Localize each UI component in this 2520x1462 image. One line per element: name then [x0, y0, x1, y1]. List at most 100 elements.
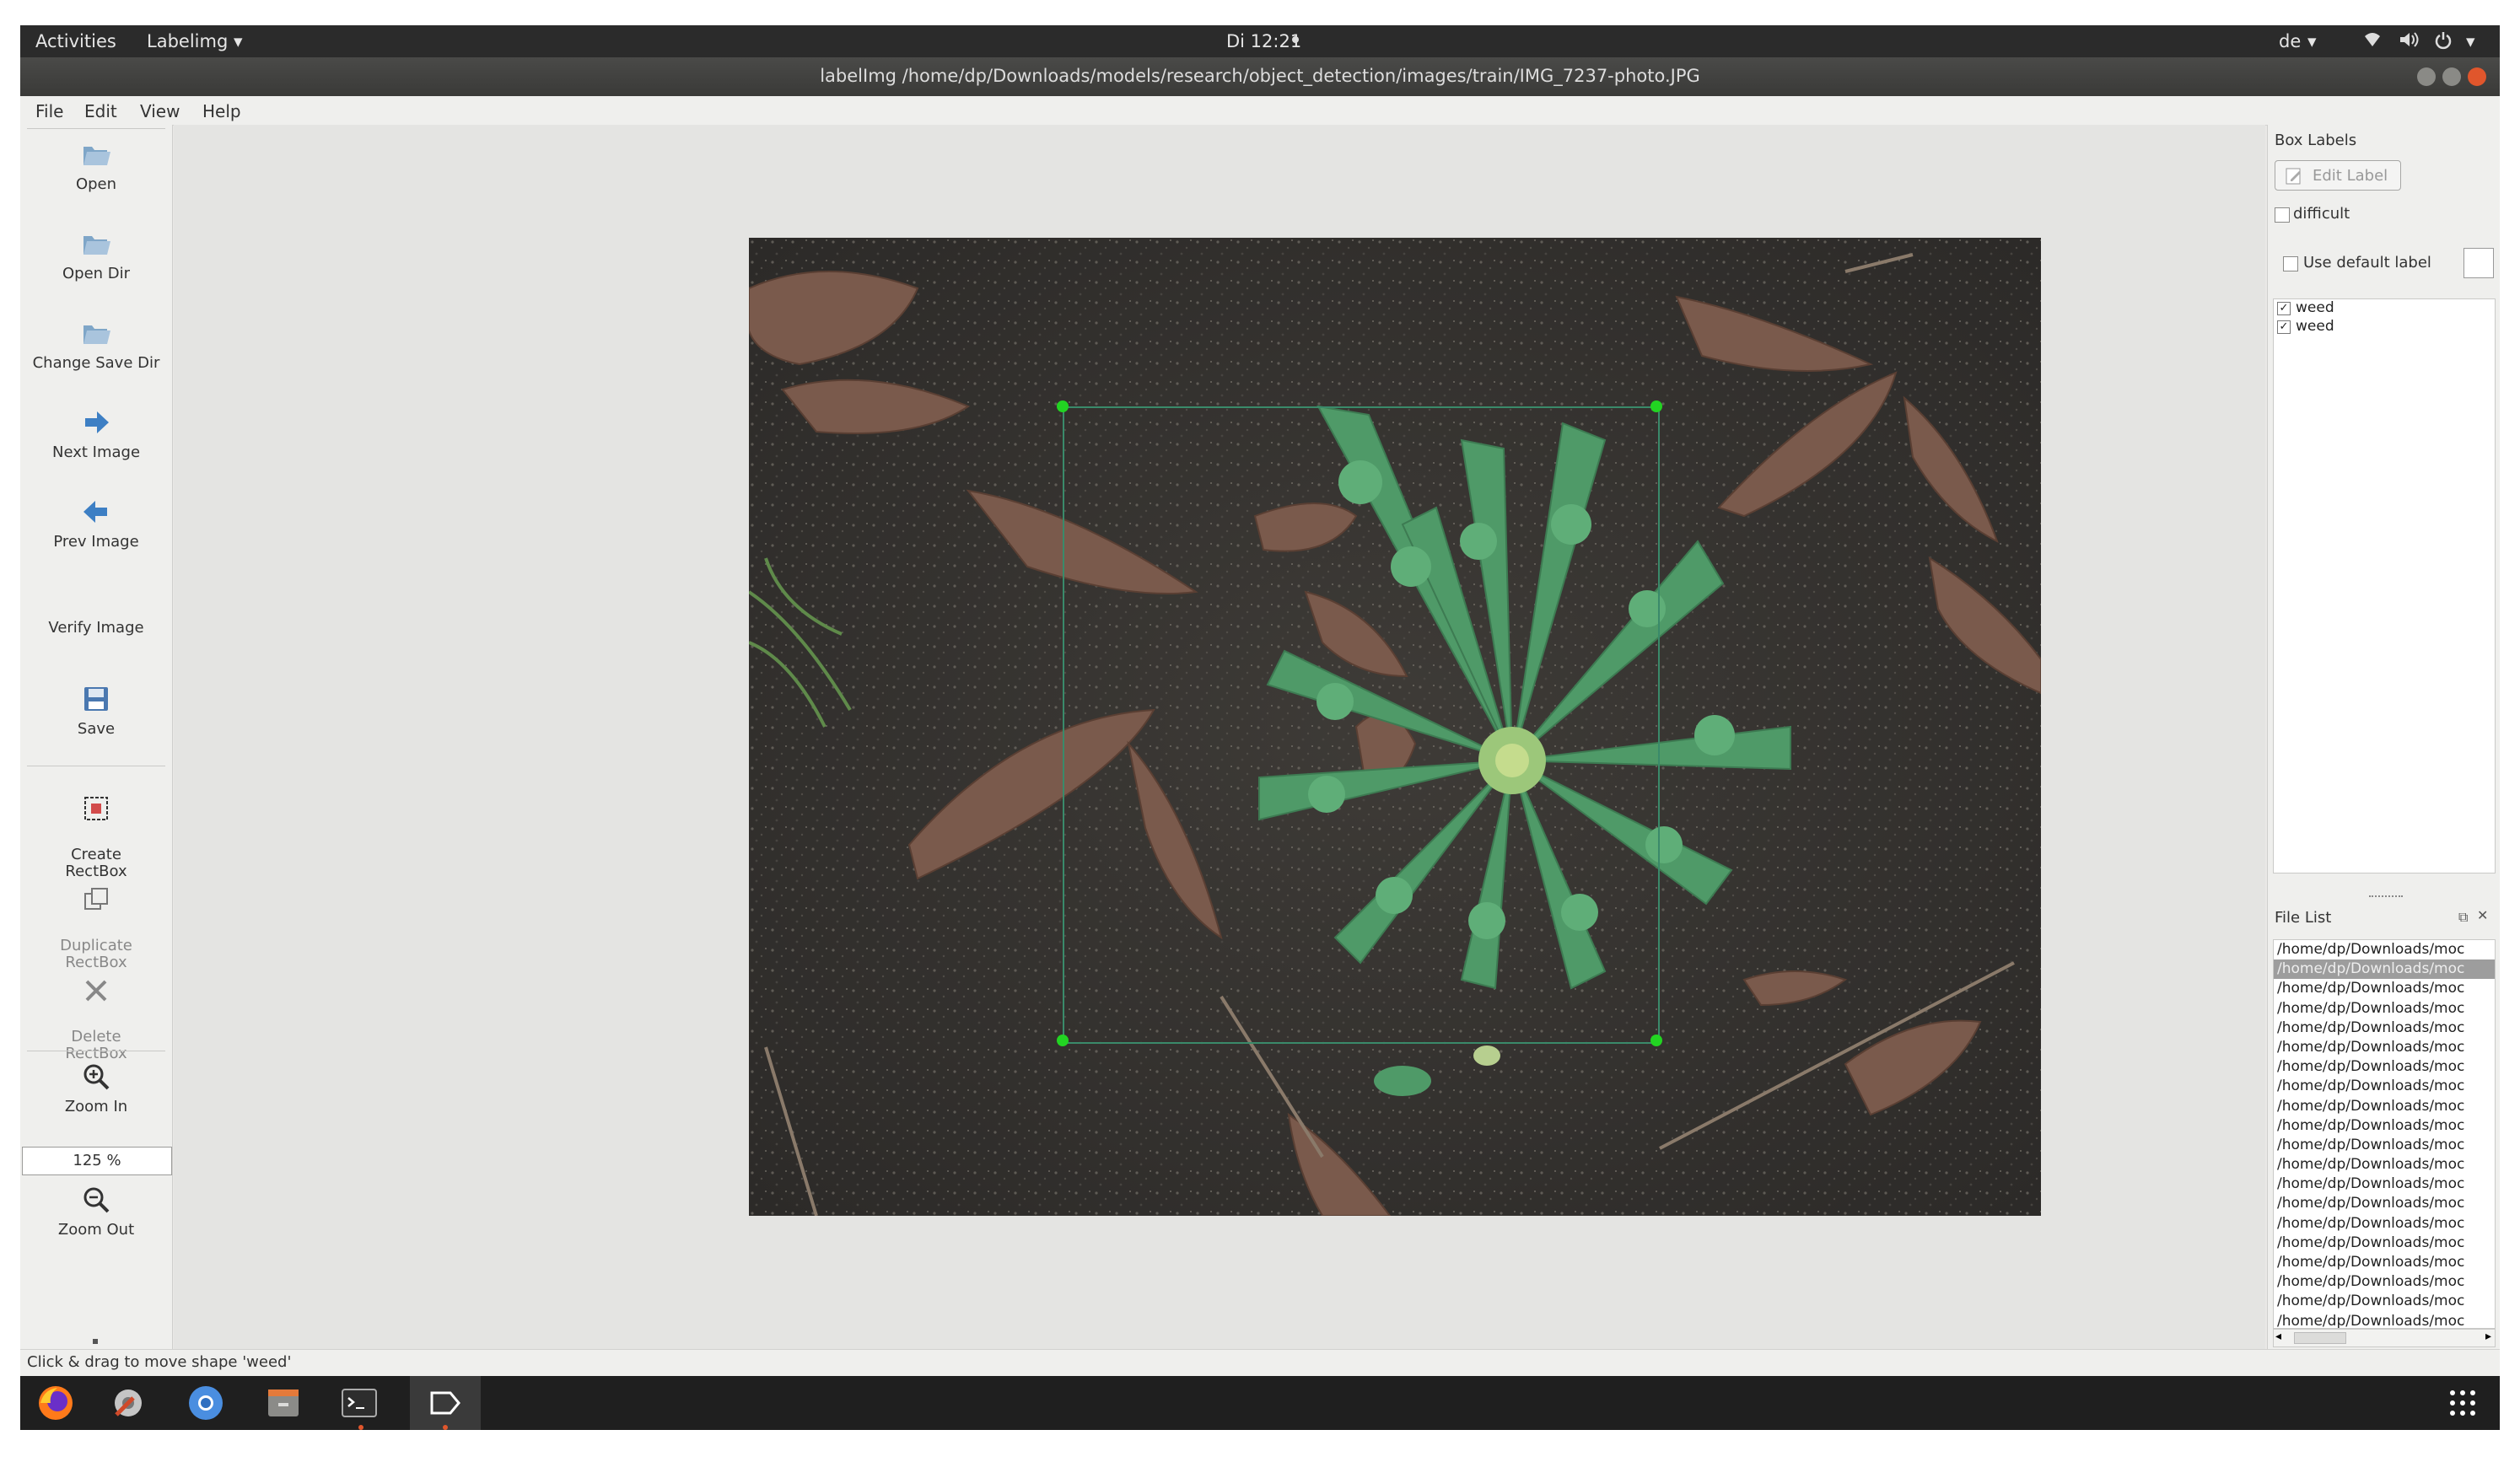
file-list-item[interactable]: /home/dp/Downloads/moc	[2274, 1057, 2495, 1077]
edit-label-button[interactable]: Edit Label	[2275, 160, 2401, 191]
checkbox-checked-icon[interactable]: ✓	[2277, 302, 2291, 315]
save-button[interactable]: Save	[20, 683, 172, 738]
create-rectbox-button[interactable]: Create RectBox	[20, 776, 172, 880]
label-list-item[interactable]: ✓ weed	[2274, 299, 2495, 318]
checkbox-checked-icon[interactable]: ✓	[2277, 320, 2291, 334]
scroll-thumb[interactable]	[2294, 1332, 2346, 1344]
terminal-icon[interactable]	[339, 1383, 380, 1423]
file-list-item[interactable]: /home/dp/Downloads/moc	[2274, 1155, 2495, 1174]
zoom-in-icon	[83, 1064, 110, 1090]
file-list-item[interactable]: /home/dp/Downloads/moc	[2274, 1136, 2495, 1155]
bbox-handle-bottom-left[interactable]	[1057, 1035, 1069, 1046]
open-button[interactable]: Open	[20, 138, 172, 193]
file-list-item[interactable]: /home/dp/Downloads/moc	[2274, 1116, 2495, 1136]
verify-image-button[interactable]: Verify Image	[20, 619, 172, 637]
maximize-button[interactable]	[2442, 67, 2461, 86]
minimize-button[interactable]	[2417, 67, 2436, 86]
files-icon[interactable]	[263, 1383, 304, 1423]
file-list-item[interactable]: /home/dp/Downloads/moc	[2274, 1097, 2495, 1116]
next-image-label: Next Image	[51, 443, 141, 461]
save-icon	[84, 687, 108, 711]
zoom-in-button[interactable]: Zoom In	[20, 1061, 172, 1115]
default-label-input[interactable]	[2463, 248, 2494, 278]
file-list-item[interactable]: /home/dp/Downloads/moc	[2274, 1234, 2495, 1253]
language-indicator[interactable]: de	[2279, 31, 2301, 51]
delete-rectbox-label: Delete RectBox	[65, 1028, 127, 1062]
delete-rectbox-button[interactable]: Delete RectBox	[20, 958, 172, 1062]
scroll-right-icon[interactable]: ▸	[2485, 1330, 2491, 1343]
activities-button[interactable]: Activities	[35, 31, 116, 51]
bbox-handle-bottom-right[interactable]	[1650, 1035, 1662, 1046]
file-list-item[interactable]: /home/dp/Downloads/moc	[2274, 1038, 2495, 1057]
file-list-item[interactable]: /home/dp/Downloads/moc	[2274, 1292, 2495, 1311]
open-dir-button[interactable]: Open Dir	[20, 228, 172, 282]
app-menu-label: Labelimg	[147, 31, 229, 51]
label-list[interactable]: ✓ weed ✓ weed	[2273, 298, 2496, 873]
next-image-button[interactable]: Next Image	[20, 406, 172, 461]
menu-bar: File Edit View Help	[20, 96, 2500, 126]
label-item-text: weed	[2296, 318, 2334, 335]
file-list-item[interactable]: /home/dp/Downloads/moc	[2274, 999, 2495, 1019]
chromium-icon[interactable]	[186, 1383, 226, 1423]
image-canvas[interactable]	[174, 125, 2265, 1349]
zoom-spinbox[interactable]: 125 %	[22, 1147, 172, 1175]
network-icon[interactable]	[2363, 31, 2382, 52]
toolbar-grip	[27, 128, 165, 129]
bounding-box-weed[interactable]	[1063, 406, 1660, 1044]
label-list-item[interactable]: ✓ weed	[2274, 318, 2495, 336]
window-title: labelImg /home/dp/Downloads/models/resea…	[820, 66, 1700, 86]
menu-file[interactable]: File	[35, 101, 63, 121]
clock[interactable]: Di 12:21	[1226, 31, 1301, 51]
file-list-item[interactable]: /home/dp/Downloads/moc	[2274, 1272, 2495, 1292]
scroll-left-icon[interactable]: ◂	[2275, 1330, 2281, 1343]
labelimg-icon[interactable]	[425, 1383, 466, 1423]
menu-view[interactable]: View	[140, 101, 180, 121]
firefox-icon[interactable]	[35, 1383, 76, 1423]
arrow-left-icon	[83, 501, 107, 523]
open-label: Open	[75, 175, 117, 193]
duplicate-icon	[84, 888, 108, 910]
label-item-text: weed	[2296, 299, 2334, 316]
ubuntu-dock	[20, 1376, 2500, 1430]
close-button[interactable]	[2468, 67, 2486, 86]
file-list-item[interactable]: /home/dp/Downloads/moc	[2274, 1174, 2495, 1194]
duplicate-rectbox-button[interactable]: Duplicate RectBox	[20, 867, 172, 971]
open-dir-label: Open Dir	[62, 265, 131, 282]
app-menu-button[interactable]: Labelimg ▾	[147, 31, 243, 51]
chevron-down-icon: ▾	[233, 31, 243, 51]
file-list-item[interactable]: /home/dp/Downloads/moc	[2274, 979, 2495, 998]
zoom-out-button[interactable]: Zoom Out	[20, 1184, 172, 1239]
menu-help[interactable]: Help	[202, 101, 241, 121]
dock-splitter-handle[interactable]	[2369, 895, 2403, 900]
change-save-dir-button[interactable]: Change Save Dir	[20, 317, 172, 372]
folder-open-icon	[83, 325, 110, 344]
file-list-item[interactable]: /home/dp/Downloads/moc	[2274, 1194, 2495, 1213]
dock-float-icon[interactable]: ⧉	[2458, 909, 2468, 926]
menu-edit[interactable]: Edit	[84, 101, 117, 121]
file-list-item[interactable]: /home/dp/Downloads/moc	[2274, 1019, 2495, 1038]
volume-icon[interactable]	[2399, 31, 2419, 52]
power-icon[interactable]	[2434, 31, 2453, 54]
bbox-handle-top-left[interactable]	[1057, 400, 1069, 412]
file-list-item[interactable]: /home/dp/Downloads/moc	[2274, 1253, 2495, 1272]
dock-close-icon[interactable]: ✕	[2477, 907, 2488, 923]
toolbar-more-indicator	[93, 1339, 98, 1344]
file-list-item[interactable]: /home/dp/Downloads/moc	[2274, 940, 2495, 959]
prev-image-label: Prev Image	[53, 533, 139, 551]
file-list-item[interactable]: /home/dp/Downloads/moc	[2274, 1214, 2495, 1234]
difficult-checkbox[interactable]	[2275, 207, 2290, 223]
bbox-handle-top-right[interactable]	[1650, 400, 1662, 412]
system-menu-chevron-icon[interactable]: ▾	[2466, 31, 2475, 51]
status-message: Click & drag to move shape 'weed'	[27, 1353, 292, 1371]
app-grid-icon[interactable]	[2442, 1383, 2483, 1423]
file-list-item[interactable]: /home/dp/Downloads/moc	[2274, 1312, 2495, 1328]
status-bar: Click & drag to move shape 'weed'	[20, 1349, 2500, 1377]
file-list-item-selected[interactable]: /home/dp/Downloads/moc	[2274, 959, 2495, 980]
settings-icon[interactable]	[108, 1383, 148, 1423]
box-labels-title: Box Labels	[2275, 132, 2357, 149]
file-list-horizontal-scrollbar[interactable]: ◂ ▸	[2273, 1329, 2496, 1347]
prev-image-button[interactable]: Prev Image	[20, 496, 172, 551]
use-default-label-checkbox[interactable]	[2283, 256, 2298, 271]
file-list[interactable]: /home/dp/Downloads/moc /home/dp/Download…	[2273, 939, 2496, 1329]
file-list-item[interactable]: /home/dp/Downloads/moc	[2274, 1077, 2495, 1096]
